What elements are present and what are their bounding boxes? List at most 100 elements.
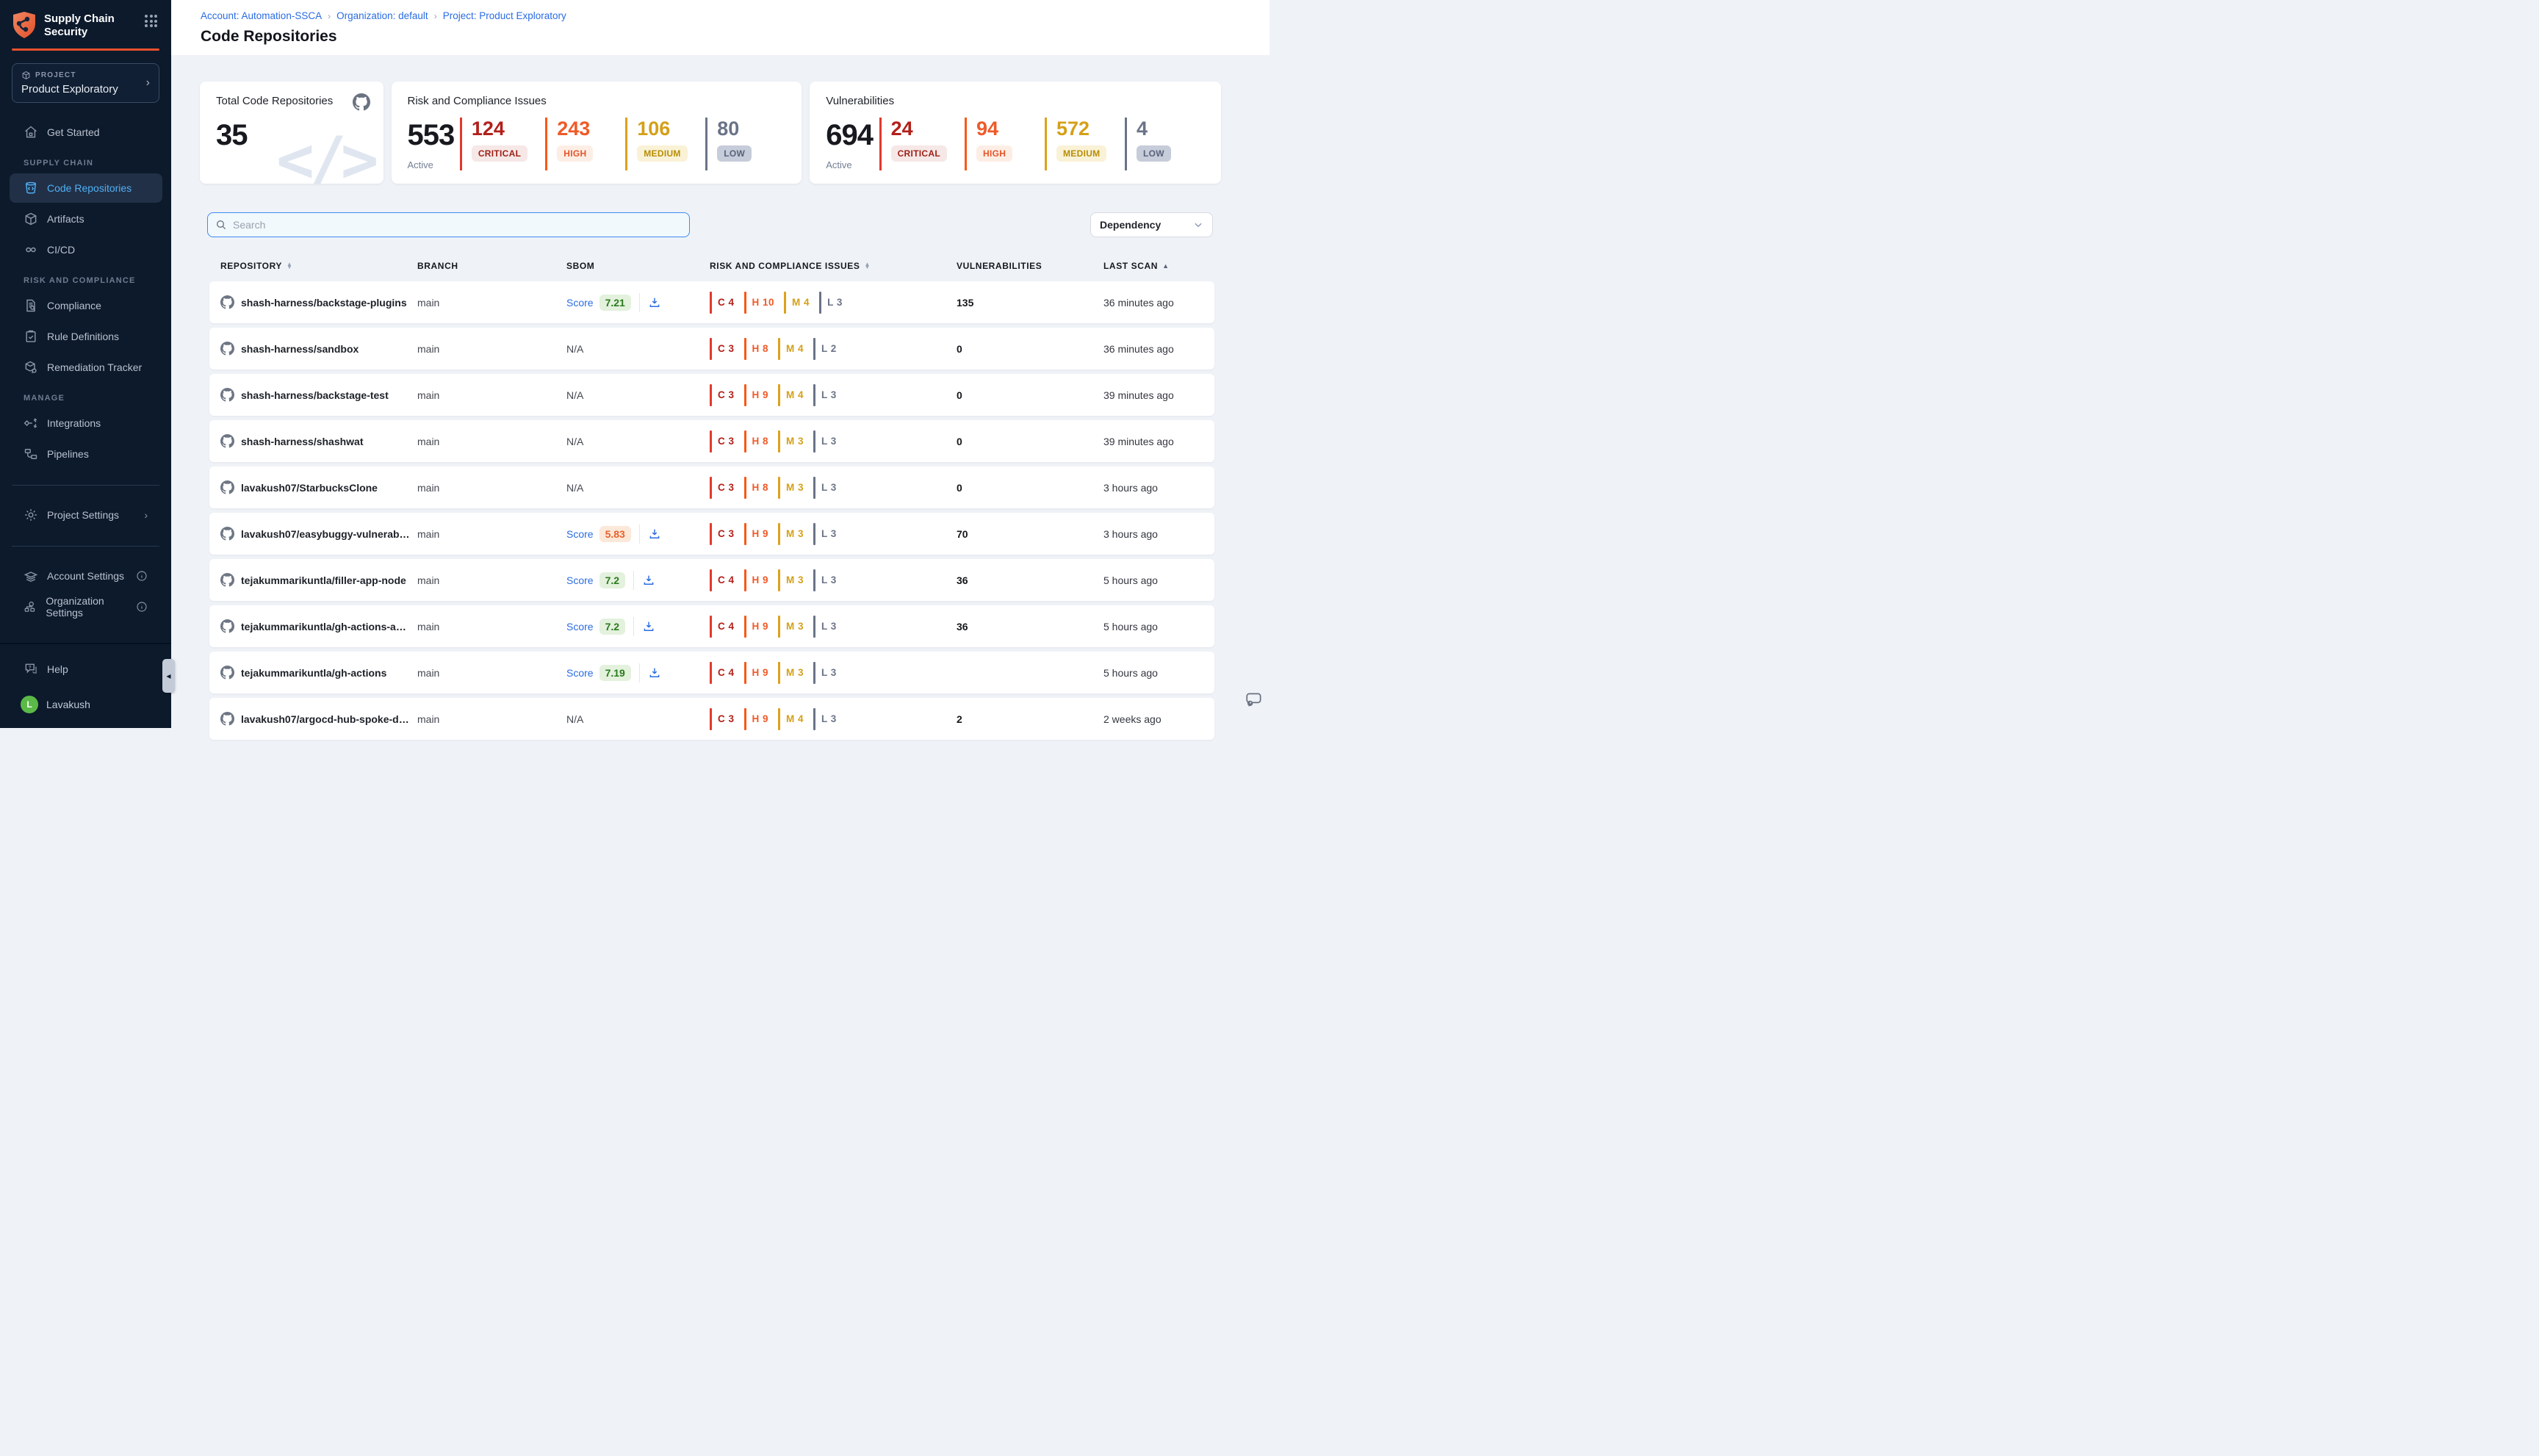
sidebar-item-remediation-tracker[interactable]: Remediation Tracker — [10, 353, 162, 382]
sidebar-item-rule-definitions[interactable]: Rule Definitions — [10, 322, 162, 351]
last-scan-cell: 3 hours ago — [1103, 528, 1214, 540]
risk-chip-medium: M 4 — [778, 338, 804, 360]
breadcrumb-link[interactable]: Organization: default — [336, 10, 428, 21]
severity-bar — [813, 523, 815, 545]
sidebar-item-organization-settings[interactable]: Organization Settings — [10, 592, 162, 621]
risk-chip-medium: M 3 — [778, 616, 804, 638]
sidebar-item-project-settings[interactable]: Project Settings › — [10, 500, 162, 530]
sbom-score-link[interactable]: Score — [566, 574, 594, 586]
chevron-right-icon: › — [146, 76, 150, 90]
sidebar-header: Supply Chain Security — [0, 0, 171, 40]
branch-cell: main — [417, 713, 566, 725]
project-selector[interactable]: PROJECT Product Exploratory › — [12, 63, 159, 103]
breadcrumb-separator-icon: › — [434, 11, 437, 21]
table-row[interactable]: shash-harness/backstage-pluginsmainScore… — [209, 281, 1214, 323]
branch-cell: main — [417, 436, 566, 447]
severity-badge: MEDIUM — [637, 145, 687, 162]
card-title: Risk and Compliance Issues — [408, 95, 786, 107]
breadcrumb-link[interactable]: Project: Product Exploratory — [443, 10, 566, 21]
download-sbom-icon[interactable] — [642, 574, 655, 587]
table-row[interactable]: tejakummarikuntla/gh-actions-artifactsma… — [209, 605, 1214, 647]
download-sbom-icon[interactable] — [648, 666, 661, 680]
severity-bar — [778, 477, 780, 499]
column-header-last-scan[interactable]: LAST SCAN▲ — [1103, 261, 1214, 271]
column-header-risk-and-compliance-issues[interactable]: RISK AND COMPLIANCE ISSUES▲▼ — [710, 261, 957, 271]
sbom-score-link[interactable]: Score — [566, 621, 594, 633]
sbom-cell: N/A — [566, 713, 710, 725]
github-icon — [220, 666, 234, 680]
sbom-score-value: 7.21 — [599, 295, 631, 311]
sidebar-item-integrations[interactable]: Integrations — [10, 408, 162, 438]
sbom-score-link[interactable]: Score — [566, 667, 594, 679]
search-input[interactable] — [233, 219, 682, 231]
table-row[interactable]: shash-harness/sandboxmainN/AC 3H 8M 4L 2… — [209, 328, 1214, 370]
risk-chip-critical: C 4 — [710, 569, 735, 591]
severity-bar — [744, 384, 746, 406]
repo-name[interactable]: tejakummarikuntla/gh-actions-artifacts — [241, 621, 417, 633]
severity-stat-low: 80LOW — [705, 118, 768, 170]
repo-name[interactable]: shash-harness/shashwat — [241, 436, 371, 447]
repo-name[interactable]: shash-harness/backstage-test — [241, 389, 396, 401]
table-row[interactable]: lavakush07/easybuggy-vulnerable-app...ma… — [209, 513, 1214, 555]
user-menu[interactable]: L Lavakush — [0, 688, 171, 721]
github-icon — [220, 712, 234, 726]
github-icon — [220, 434, 234, 448]
risk-chip-high: H 10 — [744, 292, 775, 314]
info-icon[interactable] — [136, 570, 148, 582]
risk-chip-high: H 8 — [744, 338, 769, 360]
download-sbom-icon[interactable] — [648, 296, 661, 309]
sidebar-item-get-started[interactable]: Get Started — [10, 118, 162, 147]
sbom-score-link[interactable]: Score — [566, 528, 594, 540]
column-header-repository[interactable]: REPOSITORY▲▼ — [220, 261, 417, 271]
sidebar-item-pipelines[interactable]: Pipelines — [10, 439, 162, 469]
table-row[interactable]: lavakush07/argocd-hub-spoke-demomainN/AC… — [209, 698, 1214, 740]
sidebar-item-label: Get Started — [47, 126, 100, 138]
severity-stat-medium: 106MEDIUM — [625, 118, 688, 170]
sidebar-collapse-handle[interactable]: ◀ — [162, 659, 175, 693]
sbom-cell: Score7.2 — [566, 617, 710, 636]
repo-name[interactable]: lavakush07/StarbucksClone — [241, 482, 385, 494]
repo-name[interactable]: tejakummarikuntla/filler-app-node — [241, 574, 414, 586]
repo-name[interactable]: tejakummarikuntla/gh-actions — [241, 667, 394, 679]
repo-name[interactable]: shash-harness/backstage-plugins — [241, 297, 414, 309]
download-sbom-icon[interactable] — [648, 527, 661, 541]
severity-bar — [744, 523, 746, 545]
column-header-vulnerabilities: VULNERABILITIES — [957, 261, 1103, 271]
table-header-row: REPOSITORY▲▼BRANCHSBOMRISK AND COMPLIANC… — [209, 258, 1214, 274]
last-scan-cell: 39 minutes ago — [1103, 389, 1214, 401]
severity-badge: CRITICAL — [472, 145, 527, 162]
severity-stat-critical: 124CRITICAL — [460, 118, 527, 170]
sidebar-item-code-repositories[interactable]: Code Repositories — [10, 173, 162, 203]
pipelines-icon — [24, 447, 38, 461]
sidebar-item-account-settings[interactable]: Account Settings — [10, 561, 162, 591]
severity-count: 572 — [1056, 118, 1107, 140]
table-row[interactable]: tejakummarikuntla/gh-actionsmainScore7.1… — [209, 652, 1214, 693]
repo-name[interactable]: lavakush07/argocd-hub-spoke-demo — [241, 713, 417, 725]
breadcrumb-link[interactable]: Account: Automation-SSCA — [201, 10, 322, 21]
sidebar-item-compliance[interactable]: Compliance — [10, 291, 162, 320]
sbom-score-link[interactable]: Score — [566, 297, 594, 309]
dependency-filter-dropdown[interactable]: Dependency — [1090, 212, 1213, 237]
table-row[interactable]: shash-harness/backstage-testmainN/AC 3H … — [209, 374, 1214, 416]
breadcrumb-separator-icon: › — [328, 11, 331, 21]
sidebar-item-help[interactable]: ? Help — [10, 655, 162, 684]
risk-chip-low: L 3 — [819, 292, 843, 314]
support-chat-icon[interactable] — [1245, 690, 1264, 709]
table-row[interactable]: lavakush07/StarbucksClonemainN/AC 3H 8M … — [209, 466, 1214, 508]
table-row[interactable]: tejakummarikuntla/filler-app-nodemainSco… — [209, 559, 1214, 601]
sidebar-item-artifacts[interactable]: Artifacts — [10, 204, 162, 234]
info-icon[interactable] — [136, 601, 148, 613]
table-row[interactable]: shash-harness/shashwatmainN/AC 3H 8M 3L … — [209, 420, 1214, 462]
severity-badge: LOW — [1137, 145, 1171, 162]
repo-name[interactable]: shash-harness/sandbox — [241, 343, 366, 355]
risk-cell: C 3H 8M 3L 3 — [710, 430, 957, 453]
sbom-cell: N/A — [566, 343, 710, 355]
sidebar-item-ci-cd[interactable]: CI/CD — [10, 235, 162, 264]
vulnerabilities-cell: 0 — [957, 482, 1103, 494]
severity-bar — [744, 662, 746, 684]
severity-bar — [813, 569, 815, 591]
divider — [12, 546, 159, 547]
module-grid-icon[interactable] — [145, 15, 159, 29]
repo-name[interactable]: lavakush07/easybuggy-vulnerable-app... — [241, 528, 417, 540]
download-sbom-icon[interactable] — [642, 620, 655, 633]
